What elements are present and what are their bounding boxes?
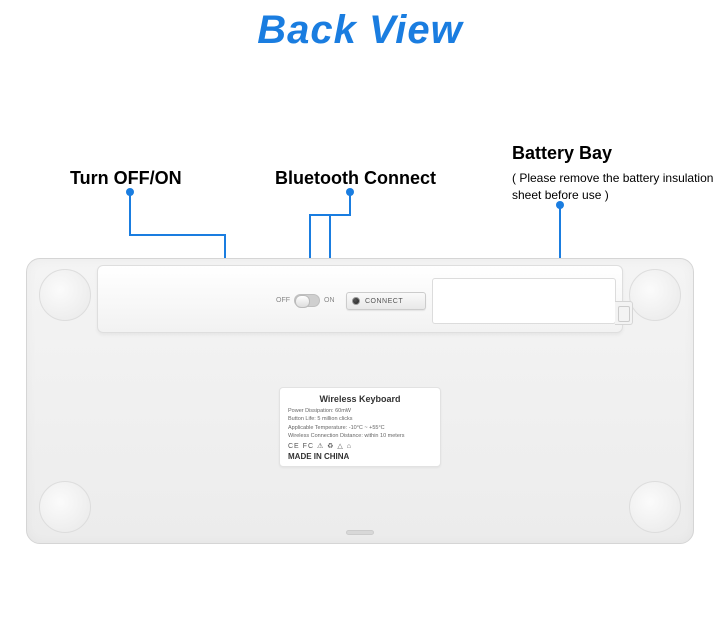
spec-label: Wireless Keyboard Power Dissipation: 60m… [279,387,441,467]
bluetooth-connect-button[interactable]: CONNECT [346,292,426,310]
switch-off-label: OFF [276,297,290,304]
keyboard-back: OFF ON CONNECT Wireless Keyboard Power D… [26,258,694,544]
spec-made-in: MADE IN CHINA [288,452,432,461]
rubber-foot [39,481,91,533]
callout-bluetooth: Bluetooth Connect [275,168,436,189]
spec-line: Wireless Connection Distance: within 10 … [288,432,432,440]
spec-line: Applicable Temperature: -10°C ~ +55°C [288,424,432,432]
callout-battery-subtitle: ( Please remove the battery insulation s… [512,170,713,204]
top-bar: OFF ON CONNECT [97,265,623,333]
battery-bay[interactable] [432,278,616,324]
spec-line: Power Dissipation: 60mW [288,407,432,415]
callout-switch: Turn OFF/ON [70,168,182,189]
rubber-foot [629,481,681,533]
connect-label: CONNECT [365,298,403,305]
page-title: Back View [257,8,462,53]
spec-title: Wireless Keyboard [288,394,432,404]
switch-on-label: ON [324,297,335,304]
connect-dot-icon [352,297,360,305]
callout-battery-title: Battery Bay [512,143,612,164]
rubber-foot [39,269,91,321]
power-switch[interactable] [294,294,320,307]
bottom-slot [346,530,374,535]
battery-tab[interactable] [615,301,633,325]
spec-line: Button Life: 5 million clicks [288,415,432,423]
spec-cert-icons: CE FC ⚠ ♻ △ ⌂ [288,442,432,450]
rubber-foot [629,269,681,321]
power-switch-group: OFF ON [276,294,335,307]
